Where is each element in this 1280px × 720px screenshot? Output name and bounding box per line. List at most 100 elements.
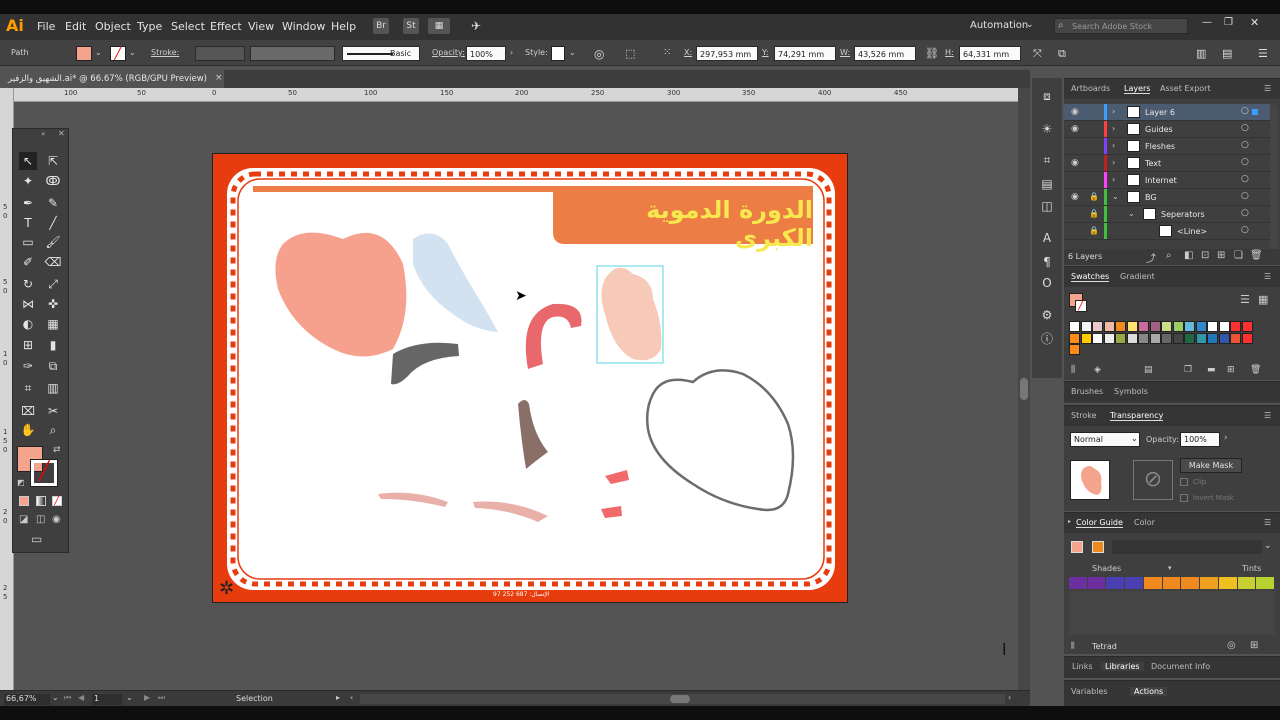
menu-file[interactable]: File [37,20,55,33]
target-icon[interactable]: ○ [1241,157,1249,167]
swatch[interactable] [1103,332,1115,344]
target-icon[interactable]: ○ [1241,208,1249,218]
perspective-grid-icon[interactable]: ▦ [44,315,62,333]
scale-tool-icon[interactable]: ⤢ [44,275,62,293]
folder-icon[interactable]: ▬ [1207,365,1216,375]
type-tool-icon[interactable]: T [19,214,37,232]
invert-mask-checkbox[interactable] [1180,494,1188,502]
color-guide-cell[interactable] [1143,577,1162,589]
color-guide-cell[interactable] [1237,577,1256,589]
tab-links[interactable]: Links [1072,662,1093,671]
tab-document-info[interactable]: Document Info [1151,662,1210,671]
menu-type[interactable]: Type [137,20,162,33]
blend-mode-select[interactable]: Normal ⌄ [1070,432,1140,447]
graphic-style-swatch[interactable] [551,46,565,61]
workspace-switcher[interactable]: Automation [970,20,1028,31]
chevron-right-icon[interactable]: ▸ [336,693,340,702]
layer-name[interactable]: Text [1145,159,1161,168]
tab-color-guide[interactable]: Color Guide [1076,518,1123,528]
swatch[interactable] [1195,321,1207,332]
swatch[interactable] [1161,332,1172,344]
paragraph-icon[interactable]: ¶ [1039,254,1055,270]
stroke-color-box[interactable]: ╱ [30,459,58,487]
tab-variables[interactable]: Variables [1071,687,1108,696]
y-field[interactable]: 74,291 mm [774,46,836,61]
target-icon[interactable]: ○ [1241,174,1249,184]
panel-menu-icon[interactable]: ☰ [1264,272,1271,281]
stroke-weight-field[interactable] [195,46,245,61]
stroke-swatch[interactable]: ╱ [110,46,126,61]
swatch[interactable] [1115,321,1126,332]
color-guide-cell[interactable] [1200,577,1218,589]
panel-menu-icon[interactable]: ☰ [1264,518,1271,527]
target-icon[interactable]: ○ [1241,225,1249,235]
harmony-strip[interactable] [1112,540,1262,554]
graph-tool-icon[interactable]: ▥ [44,379,62,397]
swatch[interactable] [1138,332,1149,344]
lock-icon[interactable]: 🔒 [1089,226,1099,235]
swatch[interactable] [1230,332,1241,344]
swatch[interactable] [1080,321,1092,332]
w-field[interactable]: 43,526 mm [854,46,916,61]
layer-row[interactable]: ◉ › Layer 6 ○ [1064,104,1270,121]
symbol-sprayer-icon[interactable]: ⌗ [19,379,37,397]
color-guide-cell[interactable] [1181,577,1200,589]
color-guide-cell[interactable] [1256,577,1274,589]
save-color-group-icon[interactable]: ⊞ [1250,640,1258,651]
eraser-icon[interactable]: ⌫ [44,253,62,271]
puppet-warp-icon[interactable]: ✜ [44,295,62,313]
x-field[interactable]: 297,953 mm [696,46,758,61]
width-tool-icon[interactable]: ⋈ [19,295,37,313]
tab-symbols[interactable]: Symbols [1114,387,1148,396]
tab-libraries[interactable]: Libraries [1101,662,1144,671]
opacity-field[interactable]: 100% [466,46,506,61]
brush-definition[interactable]: Basic [342,46,420,61]
new-color-group-icon[interactable]: ❐ [1184,365,1192,375]
draw-normal-icon[interactable]: ◪ [19,514,28,525]
menu-edit[interactable]: Edit [65,20,86,33]
scrollbar-thumb[interactable] [1020,378,1028,400]
blend-tool-icon[interactable]: ⧉ [44,357,62,375]
color-guide-variations[interactable] [1069,577,1275,589]
tab-actions[interactable]: Actions [1130,687,1168,696]
swatch[interactable] [1184,321,1195,332]
layer-name[interactable]: Layer 6 [1145,108,1175,117]
artboard[interactable]: ✲ الدورة الدموية الكبرى الإتصال: 687 252… [212,153,848,603]
swatch[interactable] [1172,332,1184,344]
swatch-libraries-icon[interactable]: ⫼ [1071,365,1075,375]
reference-point-icon[interactable]: ⁙ [663,47,671,58]
rectangle-tool-icon[interactable]: ▭ [19,233,37,251]
target-icon[interactable]: ○ [1241,123,1249,133]
close-icon[interactable]: ✕ [58,129,65,138]
color-guide-cell[interactable] [1069,577,1087,589]
target-icon[interactable]: ○ [1241,106,1249,116]
eyedropper-icon[interactable]: ✑ [19,357,37,375]
stroke-label[interactable]: Stroke: [151,48,179,57]
direct-selection-tool-icon[interactable]: ⇱ [44,152,62,170]
expand-arrow-icon[interactable]: ⌄ [1128,209,1135,218]
document-tab[interactable]: الشهيق والزفير.ai* @ 66.67% (RGB/GPU Pre… [0,70,224,88]
mesh-tool-icon[interactable]: ⊞ [19,336,37,354]
settings-icon[interactable]: ⚙ [1039,307,1055,323]
expand-icon[interactable]: ▸ [1068,518,1071,525]
chevron-down-icon[interactable]: ⌄ [1264,541,1272,551]
layer-name[interactable]: Seperators [1161,210,1205,219]
color-guide-cell[interactable] [1106,577,1125,589]
edit-colors-icon[interactable]: ◎ [1227,640,1236,651]
opacity-label[interactable]: Opacity: [432,48,465,57]
place-icon[interactable]: ⧈ [1039,88,1055,104]
variable-width-profile[interactable] [250,46,335,61]
chevron-down-icon[interactable]: ⌄ [129,48,136,57]
lock-icon[interactable]: 🔒 [1089,192,1099,201]
layer-row[interactable]: ◉ 🔒 ⌄ BG ○ [1064,189,1270,206]
gradient-mode-icon[interactable] [36,496,46,506]
last-artboard-icon[interactable]: ⏭ [158,693,165,703]
opacity-field[interactable]: 100% [1180,432,1220,447]
visibility-eye-icon[interactable]: ◉ [1071,158,1079,168]
swatch[interactable] [1092,332,1103,344]
swatch[interactable] [1161,321,1172,332]
menu-object[interactable]: Object [95,20,131,33]
menu-icon[interactable]: ☰ [1258,47,1268,60]
zoom-field[interactable]: 66,67% [4,694,50,705]
chevron-down-icon[interactable]: ⌄ [95,48,102,57]
